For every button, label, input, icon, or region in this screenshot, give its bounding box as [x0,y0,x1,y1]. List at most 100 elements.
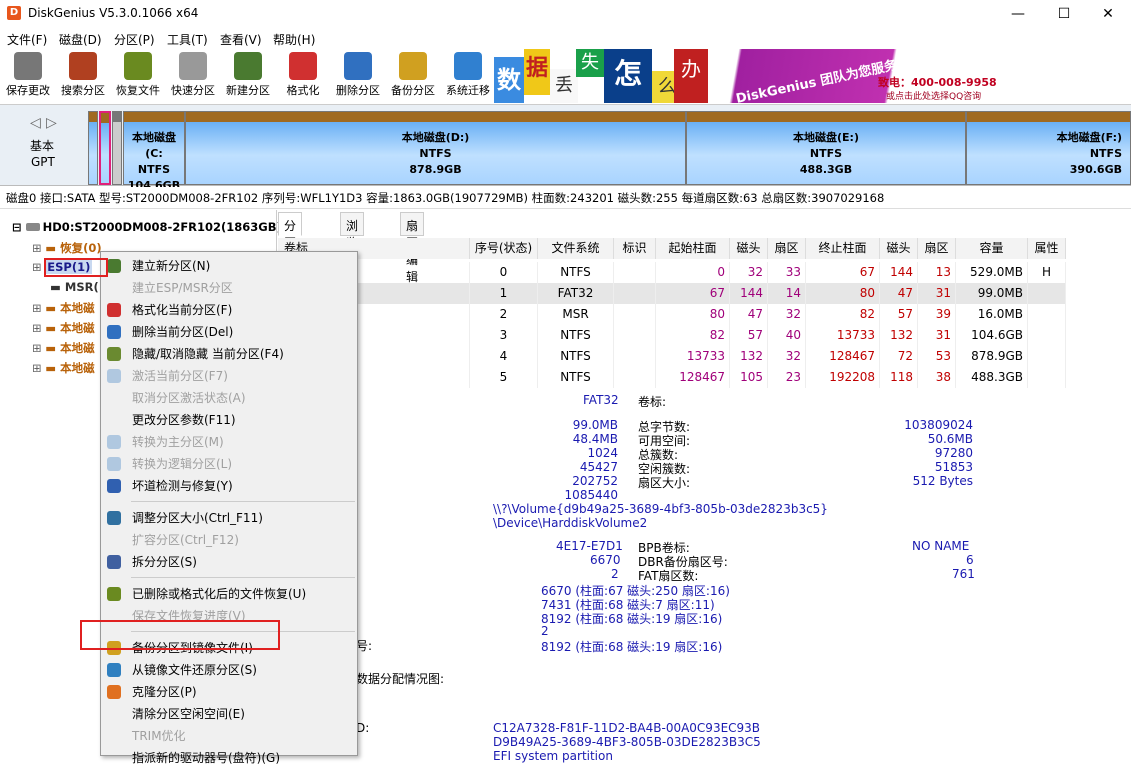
table-cell [614,262,656,283]
close-button[interactable]: ✕ [1085,0,1131,28]
maximize-button[interactable]: ☐ [1041,0,1087,28]
col-header[interactable]: 标识 [614,238,656,259]
tree-item[interactable]: ▬ MSR( [50,280,99,294]
new-partition-button[interactable]: 新建分区 [220,50,276,102]
partition-details: FAT32 卷标: 99.0MB 48.4MB 1024 45427 202752 108… [278,391,1131,763]
table-row[interactable]: 2 MSR 80 47 32 82 57 39 16.0MB [278,304,1066,325]
menu-item-label: 扩容分区(Ctrl_F12) [132,533,239,547]
menu-item[interactable]: 从镜像文件还原分区(S) [101,659,357,681]
menu-item[interactable]: 已删除或格式化后的文件恢复(U) [101,583,357,605]
col-header[interactable]: 终止柱面 [806,238,880,259]
partition-block-esp[interactable] [99,111,111,185]
convert-primary-icon [107,435,121,449]
menu-file[interactable]: 文件(F) [7,31,47,48]
col-header[interactable]: 文件系统 [538,238,614,259]
menu-item[interactable]: 调整分区大小(Ctrl_F11) [101,507,357,529]
expand-icon[interactable]: ⊞ [32,341,45,355]
banner-char: 丢 [550,69,578,103]
partition-block-f[interactable]: 本地磁盘(F:) NTFS 390.6GB [966,111,1131,185]
menu-tools[interactable]: 工具(T) [167,31,208,48]
menu-view[interactable]: 查看(V) [220,31,262,48]
menu-partition[interactable]: 分区(P) [114,31,155,48]
menu-item: TRIM优化 [101,725,357,747]
menu-item[interactable]: 克隆分区(P) [101,681,357,703]
menu-help[interactable]: 帮助(H) [273,31,315,48]
tree-item[interactable]: ⊞ ▬ 恢复(0) [32,240,102,256]
menu-item[interactable]: 格式化当前分区(F) [101,299,357,321]
delete-partition-button[interactable]: 删除分区 [330,50,386,102]
backup-partition-button[interactable]: 备份分区 [385,50,441,102]
col-header[interactable]: 扇区 [768,238,806,259]
col-header[interactable]: 扇区 [918,238,956,259]
table-cell: 31 [918,283,956,304]
table-row[interactable]: 盘(E:)5NTFS1284671052319220811838488.3GB [278,367,1066,388]
tree-item[interactable]: ⊞ ▬ 本地磁 [32,360,95,376]
expand-icon[interactable]: ⊞ [32,241,45,255]
expand-icon[interactable]: ⊞ [32,301,45,315]
disk-prev-icon[interactable]: ◁ [30,115,41,131]
expand-icon[interactable]: ⊞ [32,361,45,375]
partition-block-recovery[interactable] [88,111,98,185]
tree-root[interactable]: ⊟ HD0:ST2000DM008-2FR102(1863GB) [12,220,282,234]
quick-partition-button[interactable]: 快速分区 [165,50,221,102]
table-cell: 99.0MB [956,283,1028,304]
partition-block-msr[interactable] [112,111,122,185]
col-header[interactable]: 磁头 [730,238,768,259]
menu-item[interactable]: 建立新分区(N) [101,255,357,277]
table-cell: 105 [730,367,768,388]
table-cell: 104.6GB [956,325,1028,346]
tab-partition-params[interactable]: 分区参数 [278,212,303,284]
collapse-icon[interactable]: ⊟ [12,220,26,234]
col-header[interactable]: 起始柱面 [656,238,730,259]
col-header[interactable]: 序号(状态) [470,238,538,259]
delete-icon [344,52,372,80]
support-banner[interactable]: 数 据 丢 失 怎 么 办 DiskGenius 团队为您服务 致电：400-0… [494,49,1008,107]
partition-block-d[interactable]: 本地磁盘(D:) NTFS 878.9GB [185,111,686,185]
partition-block-c[interactable]: 本地磁盘(C: NTFS 104.6GB [123,111,185,192]
col-header[interactable]: 磁头 [880,238,918,259]
table-row[interactable]: 盘(C:)3NTFS8257401373313231104.6GB [278,325,1066,346]
table-row[interactable]: 盘(D:)4NTFS13733132321284677253878.9GB [278,346,1066,367]
detail-item: 99.0MB [572,418,618,432]
detail-label: 数据分配情况图: [356,672,445,686]
search-partition-button[interactable]: 搜索分区 [55,50,111,102]
tree-item[interactable]: ⊞ ▬ 本地磁 [32,300,95,316]
table-cell: 32 [768,304,806,325]
tree-item[interactable]: ⊞ ▬ 本地磁 [32,340,95,356]
expand-icon[interactable]: ⊞ [32,321,45,335]
tab-sector-edit[interactable]: 扇区编辑 [400,212,425,284]
table-row[interactable]: 1 FAT32 67 144 14 80 47 31 99.0MB [278,283,1066,304]
save-changes-button[interactable]: 保存更改 [0,50,56,102]
menu-item[interactable]: 坏道检测与修复(Y) [101,475,357,497]
recover-files-button[interactable]: 恢复文件 [110,50,166,102]
format-button[interactable]: 格式化 [275,50,331,102]
menu-item[interactable]: 更改分区参数(F11) [101,409,357,431]
disk-next-icon[interactable]: ▷ [46,115,57,131]
partition-block-e[interactable]: 本地磁盘(E:) NTFS 488.3GB [686,111,966,185]
menu-item[interactable]: 删除当前分区(Del) [101,321,357,343]
table-cell: 128467 [806,346,880,367]
context-menu: 建立新分区(N) 建立ESP/MSR分区 格式化当前分区(F) 删除当前分区(Del)… [100,251,358,765]
table-cell: 39 [918,304,956,325]
col-header[interactable]: 属性 [1028,238,1066,259]
menu-item[interactable]: 清除分区空闲空间(E) [101,703,357,725]
banner-char: 数 [494,57,524,103]
table-row[interactable]: 0 NTFS 0 32 33 67 144 13 529.0MB H [278,262,1066,283]
menu-item[interactable]: 隐藏/取消隐藏 当前分区(F4) [101,343,357,365]
system-migrate-button[interactable]: 系统迁移 [440,50,496,102]
tree-item[interactable]: ⊞ ▬ 本地磁 [32,320,95,336]
table-cell: 132 [880,325,918,346]
menu-item[interactable]: 指派新的驱动器号(盘符)(G) [101,747,357,769]
tab-browse-files[interactable]: 浏览文件 [340,212,365,284]
menu-item[interactable]: 拆分分区(S) [101,551,357,573]
partition-icon: ▬ [45,301,61,315]
menu-disk[interactable]: 磁盘(D) [59,31,102,48]
detail-fat-value: 761 [952,567,975,581]
menu-item-label: 格式化当前分区(F) [132,303,233,317]
detail-serial: 4E17-E7D1 [556,539,623,553]
menu-item-label: 坏道检测与修复(Y) [132,479,233,493]
detail-item: 202752 [572,474,618,488]
minimize-button[interactable]: — [995,0,1041,28]
col-header[interactable]: 容量 [956,238,1028,259]
table-cell [1028,367,1066,388]
